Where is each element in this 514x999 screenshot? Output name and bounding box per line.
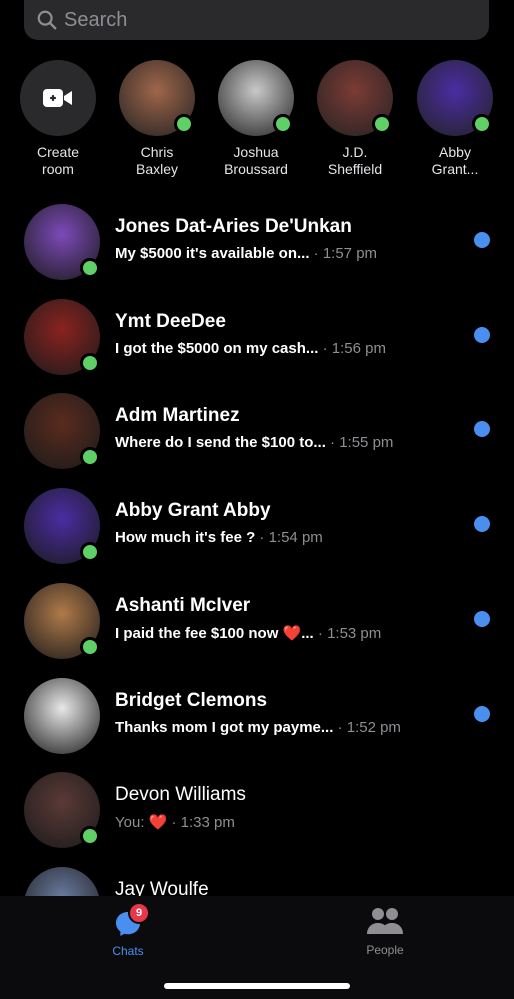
chat-row[interactable]: Bridget Clemons Thanks mom I got my payme… xyxy=(0,674,514,768)
chat-name: Bridget Clemons xyxy=(115,689,268,711)
avatar xyxy=(24,298,100,375)
people-icon xyxy=(367,908,403,934)
stories-row: Create room Chris Baxley Joshua Broussard J… xyxy=(0,60,514,190)
story-contact[interactable]: Chris Baxley xyxy=(107,60,207,178)
chat-name: Adm Martinez xyxy=(115,405,240,427)
timestamp: · 1:55 pm xyxy=(330,434,394,452)
timestamp: · 1:53 pm xyxy=(317,624,382,642)
unread-dot xyxy=(474,516,490,533)
story-name: Chris Baxley xyxy=(135,144,179,177)
story-contact[interactable]: J.D. Sheffield xyxy=(305,60,405,178)
chat-preview: My $5000 it's available on... · 1:57 pm xyxy=(115,245,377,262)
tab-bar: 9 Chats People xyxy=(0,896,514,999)
avatar xyxy=(417,60,493,136)
online-indicator xyxy=(80,258,100,278)
online-indicator xyxy=(80,826,100,847)
chat-preview: You: ❤️ · 1:33 pm xyxy=(115,813,235,831)
avatar xyxy=(24,393,100,470)
online-indicator xyxy=(80,352,100,373)
online-indicator xyxy=(80,542,100,563)
timestamp: · 1:57 pm xyxy=(313,245,378,262)
story-contact[interactable]: Abby Grant... xyxy=(405,60,505,178)
online-indicator xyxy=(80,636,100,657)
search-input[interactable]: Search xyxy=(64,9,127,32)
search-icon xyxy=(37,10,57,30)
chat-preview: Thanks mom I got my payme... · 1:52 pm xyxy=(115,719,401,736)
chat-row[interactable]: Devon Williams You: ❤️ · 1:33 pm xyxy=(0,768,514,862)
preview-text: You: ❤️ xyxy=(115,814,172,832)
avatar xyxy=(24,772,100,849)
story-contact[interactable]: Joshua Broussard xyxy=(206,60,306,178)
avatar xyxy=(24,204,100,280)
unread-dot xyxy=(474,232,490,248)
story-name: Abby Grant... xyxy=(431,144,479,177)
unread-dot xyxy=(474,705,490,722)
tab-people[interactable]: People xyxy=(325,896,445,957)
preview-text: How much it's fee ? xyxy=(115,529,260,547)
chat-preview: Where do I send the $100 to... · 1:55 pm xyxy=(115,434,393,451)
chat-name: Ashanti McIver xyxy=(115,594,251,616)
preview-text: I got the $5000 on my cash... xyxy=(115,339,323,357)
search-bar[interactable]: Search xyxy=(24,0,489,40)
chat-preview: How much it's fee ? · 1:54 pm xyxy=(115,529,323,546)
chat-name: Jones Dat-Aries De'Unkan xyxy=(115,216,352,237)
online-indicator xyxy=(472,114,492,134)
story-name: Joshua Broussard xyxy=(224,144,288,177)
avatar xyxy=(119,60,195,136)
unread-dot xyxy=(474,610,490,627)
chat-row[interactable]: Ymt DeeDee I got the $5000 on my cash... … xyxy=(0,295,514,389)
timestamp: · 1:56 pm xyxy=(322,339,386,357)
create-room-button[interactable]: Create room xyxy=(8,60,108,178)
story-name: Create room xyxy=(36,144,80,177)
chat-name: Abby Grant Abby xyxy=(115,500,271,522)
chat-row[interactable]: Abby Grant Abby How much it's fee ? · 1:5… xyxy=(0,484,514,578)
preview-text: I paid the fee $100 now ❤️... xyxy=(115,624,318,642)
timestamp: · 1:52 pm xyxy=(337,718,401,736)
online-indicator xyxy=(372,114,392,134)
online-indicator xyxy=(273,114,293,134)
chat-name: Devon Williams xyxy=(115,784,246,806)
avatar xyxy=(317,60,393,136)
chat-preview: I paid the fee $100 now ❤️... · 1:53 pm xyxy=(115,624,381,642)
video-camera-icon xyxy=(20,60,96,136)
preview-text: My $5000 it's available on... xyxy=(115,245,314,262)
unread-count-badge: 9 xyxy=(128,902,150,924)
avatar xyxy=(24,488,100,565)
chat-preview: I got the $5000 on my cash... · 1:56 pm xyxy=(115,340,386,357)
tab-chats-label: Chats xyxy=(112,944,144,958)
chat-row[interactable]: Adm Martinez Where do I send the $100 to.… xyxy=(0,389,514,483)
chat-name: Ymt DeeDee xyxy=(115,310,226,332)
online-indicator xyxy=(80,447,100,468)
preview-text: Thanks mom I got my payme... xyxy=(115,718,338,736)
timestamp: · 1:33 pm xyxy=(171,814,235,832)
avatar xyxy=(24,677,100,754)
chat-row[interactable]: Jones Dat-Aries De'Unkan My $5000 it's av… xyxy=(0,200,514,294)
tab-people-label: People xyxy=(366,943,404,957)
preview-text: Where do I send the $100 to... xyxy=(115,434,331,452)
chat-row[interactable]: Ashanti McIver I paid the fee $100 now ❤️… xyxy=(0,579,514,673)
online-indicator xyxy=(174,114,194,134)
unread-dot xyxy=(474,326,490,343)
tab-chats[interactable]: 9 Chats xyxy=(68,896,188,958)
avatar xyxy=(24,582,100,659)
home-indicator xyxy=(164,983,350,989)
unread-dot xyxy=(474,421,490,438)
story-name: J.D. Sheffield xyxy=(327,144,383,177)
timestamp: · 1:54 pm xyxy=(259,529,323,547)
avatar xyxy=(218,60,294,136)
